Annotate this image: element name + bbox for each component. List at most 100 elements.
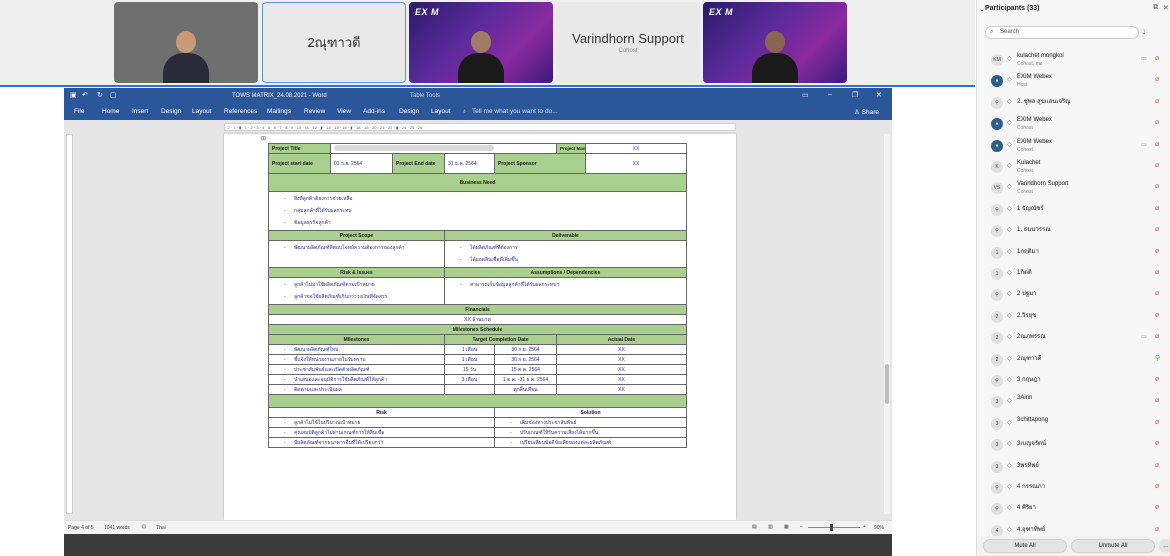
- participant-row[interactable]: ⚲ ◇ 4 ศิริยา ⌀: [985, 500, 1165, 518]
- minimize-icon[interactable]: –: [828, 91, 832, 98]
- close-icon[interactable]: ✕: [876, 91, 882, 99]
- close-panel-icon[interactable]: ✕: [1163, 4, 1169, 12]
- read-mode-icon[interactable]: ▤: [752, 524, 757, 530]
- participant-row[interactable]: ⚲ ◇ 4 กรรณภา ⌀: [985, 479, 1165, 497]
- tab-table-layout[interactable]: Layout: [431, 108, 451, 115]
- ribbon-display-icon[interactable]: ▭: [802, 91, 809, 99]
- participant-row[interactable]: ● ◇ EXIM Webex Cohost ▭ ⌀: [985, 137, 1165, 155]
- sort-icon[interactable]: ↓: [1142, 27, 1146, 36]
- end-date-value[interactable]: 31 ธ.ค. 2564: [444, 153, 495, 174]
- participant-row[interactable]: KM ◇ kulachet mongkol Cohost, me ▭ ⌀: [985, 51, 1165, 69]
- web-layout-icon[interactable]: ▦: [784, 524, 789, 530]
- participant-row[interactable]: ⚲ ◇ 1. ธมนวรรณ ⌀: [985, 222, 1165, 240]
- mute-all-button[interactable]: Mute All: [983, 539, 1067, 553]
- mic-muted-icon[interactable]: ⌀: [1155, 140, 1159, 148]
- tab-view[interactable]: View: [337, 108, 351, 115]
- more-options-icon[interactable]: …: [1159, 539, 1170, 553]
- proofing-icon[interactable]: ⊡: [142, 524, 146, 530]
- page-count[interactable]: Page 4 of 5: [68, 525, 94, 531]
- mic-muted-icon[interactable]: ⌀: [1155, 439, 1159, 447]
- tab-references[interactable]: References: [224, 108, 257, 115]
- project-title-value[interactable]: [330, 143, 557, 154]
- tell-me-box[interactable]: Tell me what you want to do...: [472, 108, 558, 115]
- participant-row[interactable]: ⚲ ◇ 3 กฤษฎา ⌀: [985, 372, 1165, 390]
- business-need-cell[interactable]: สิ่งที่ลูกค้าต้องการช่วยเหลือ กลุ่มลูกค้…: [268, 191, 687, 231]
- shared-word-window[interactable]: ▣ ↶ ↻ ▢ TOWS MATRIX_24.08.2021 - Word Ta…: [64, 88, 892, 534]
- document-page[interactable]: ⊞ Project Title Project Manager XX Proje…: [224, 134, 736, 520]
- collapse-chevron-icon[interactable]: ⌄: [979, 5, 985, 13]
- mic-muted-icon[interactable]: ⌀: [1155, 97, 1159, 105]
- mic-muted-icon[interactable]: ⌀: [1155, 54, 1159, 62]
- zoom-slider[interactable]: [808, 527, 860, 528]
- table-row[interactable]: พัฒนาผลิตภัณฑ์ใหม่ 1 เดือน 30 ก.ย. 2564 …: [268, 344, 687, 355]
- scroll-thumb[interactable]: [885, 364, 889, 404]
- mic-muted-icon[interactable]: ⌀: [1155, 332, 1159, 340]
- participant-row[interactable]: ⚲ ◇ 1 ธัญณัชร์ ⌀: [985, 201, 1165, 219]
- new-doc-icon[interactable]: ▢: [110, 91, 117, 99]
- video-tile-exim[interactable]: EX M: [409, 2, 553, 83]
- table-row[interactable]: ลูกค้าไม่ใช้ในปริมาณเป้าหมาย เพิ่มช่องทา…: [268, 417, 687, 428]
- mic-muted-icon[interactable]: ⌀: [1155, 247, 1159, 255]
- sponsor-value[interactable]: XX: [585, 153, 687, 174]
- zoom-slider-thumb[interactable]: [830, 524, 833, 531]
- table-row[interactable]: นำเสนอและอนุมัติการใช้ผลิตภัณฑ์ให้ลูกค้า…: [268, 374, 687, 385]
- scope-cell[interactable]: พัฒนาผลิตภัณฑ์ที่ตอบโจทย์ความต้องการของล…: [268, 240, 445, 268]
- participant-row[interactable]: 3 ◇ 3เบญจรัตน์ ⌀: [985, 436, 1165, 454]
- zoom-out-icon[interactable]: –: [800, 524, 803, 530]
- mic-muted-icon[interactable]: ⌀: [1155, 375, 1159, 383]
- participant-row[interactable]: VS ◇ Varindhorn Support Cohost ⌀: [985, 179, 1165, 197]
- tab-file[interactable]: File: [74, 108, 84, 115]
- restore-icon[interactable]: ❐: [852, 91, 858, 99]
- mic-muted-icon[interactable]: ⌀: [1155, 525, 1159, 533]
- mic-muted-icon[interactable]: ⌀: [1155, 118, 1159, 126]
- redo-icon[interactable]: ↻: [97, 91, 103, 99]
- zoom-in-icon[interactable]: +: [863, 524, 866, 530]
- tab-design[interactable]: Design: [161, 108, 181, 115]
- participant-row[interactable]: 2 ◇ 2.วิรยุช ⌀: [985, 308, 1165, 326]
- camera-icon[interactable]: ▭: [1141, 333, 1147, 340]
- participant-search-input[interactable]: ⌕ Search: [985, 26, 1139, 39]
- mic-muted-icon[interactable]: ⌀: [1155, 161, 1159, 169]
- participant-row[interactable]: 3 ◇ 3พรทิพย์ ⌀: [985, 458, 1165, 476]
- tab-review[interactable]: Review: [304, 108, 325, 115]
- assumptions-cell[interactable]: สามารถเก็บข้อมูลลูกค้าที่ได้รับผลกระทบฯ: [444, 277, 687, 305]
- participant-row[interactable]: ⚲ ◇ 2. ชูพล สุขแสนเจริญ ⌀: [985, 94, 1165, 112]
- table-row[interactable]: ติดตามและประเมินผล ทุกสิ้นเดือน XX: [268, 384, 687, 395]
- unmute-all-button[interactable]: Unmute All: [1071, 539, 1155, 553]
- mic-muted-icon[interactable]: ⌀: [1155, 311, 1159, 319]
- tab-layout[interactable]: Layout: [192, 108, 212, 115]
- participant-row[interactable]: 2 ◇ 2ณุฑาวดี ⚲: [985, 351, 1165, 369]
- table-row[interactable]: ชี้แจ้งให้หน่วยงานภายในรับทราบ 1 เดือน 3…: [268, 354, 687, 365]
- mic-muted-icon[interactable]: ⌀: [1155, 461, 1159, 469]
- mic-muted-icon[interactable]: ⌀: [1155, 289, 1159, 297]
- tab-home[interactable]: Home: [102, 108, 119, 115]
- share-button[interactable]: ♙ Share: [854, 108, 879, 116]
- table-row[interactable]: มีผลิตภัณฑ์จากธนาคารอื่นที่ได้เปรียบกว่า…: [268, 437, 687, 448]
- tab-add-ins[interactable]: Add-ins: [363, 108, 385, 115]
- financials-value[interactable]: XX ล้านบาท: [268, 314, 687, 325]
- table-row[interactable]: คุณสมบัติลูกค้าไม่ผ่านเกณฑ์การให้สินเชื่…: [268, 427, 687, 438]
- mic-muted-icon[interactable]: ⌀: [1155, 396, 1159, 404]
- video-tile-presenter[interactable]: [114, 2, 258, 83]
- table-row[interactable]: ประชาสัมพันธ์และเปิดตัวผลิตภัณฑ์ 15 วัน …: [268, 364, 687, 375]
- deliverable-cell[interactable]: ได้ผลิตภัณฑ์ที่ต้องการ ได้ยอดสินเชื่อที่…: [444, 240, 687, 268]
- horizontal-ruler[interactable]: · 2 · 1 · ▮ · 1 · 2 · 3 · 4 · 5 · 6 · 7 …: [224, 123, 736, 131]
- print-layout-icon[interactable]: ▥: [768, 524, 773, 530]
- participant-row[interactable]: 3 ◇ 3chittapong ⌀: [985, 415, 1165, 433]
- word-count[interactable]: 1041 words: [104, 525, 130, 531]
- language[interactable]: Thai: [156, 525, 166, 531]
- mic-muted-icon[interactable]: ⌀: [1155, 204, 1159, 212]
- popout-icon[interactable]: ⧉: [1153, 4, 1158, 12]
- mic-muted-icon[interactable]: ⌀: [1155, 225, 1159, 233]
- camera-icon[interactable]: ▭: [1141, 141, 1147, 148]
- mic-on-icon[interactable]: ⚲: [1155, 354, 1160, 362]
- participant-row[interactable]: K ◇ Kulachet Cohost ⌀: [985, 158, 1165, 176]
- project-charter-table[interactable]: Project Title Project Manager XX Project…: [268, 143, 687, 448]
- mic-muted-icon[interactable]: ⌀: [1155, 482, 1159, 490]
- vertical-scrollbar[interactable]: [884, 134, 890, 514]
- zoom-level[interactable]: 90%: [874, 525, 884, 531]
- participant-row[interactable]: ⚲ ◇ 2 ปฐมา ⌀: [985, 286, 1165, 304]
- tab-table-design[interactable]: Design: [399, 108, 419, 115]
- camera-icon[interactable]: ▭: [1141, 55, 1147, 62]
- participant-row[interactable]: ● ◇ EXIM Webex Host ⌀: [985, 72, 1165, 90]
